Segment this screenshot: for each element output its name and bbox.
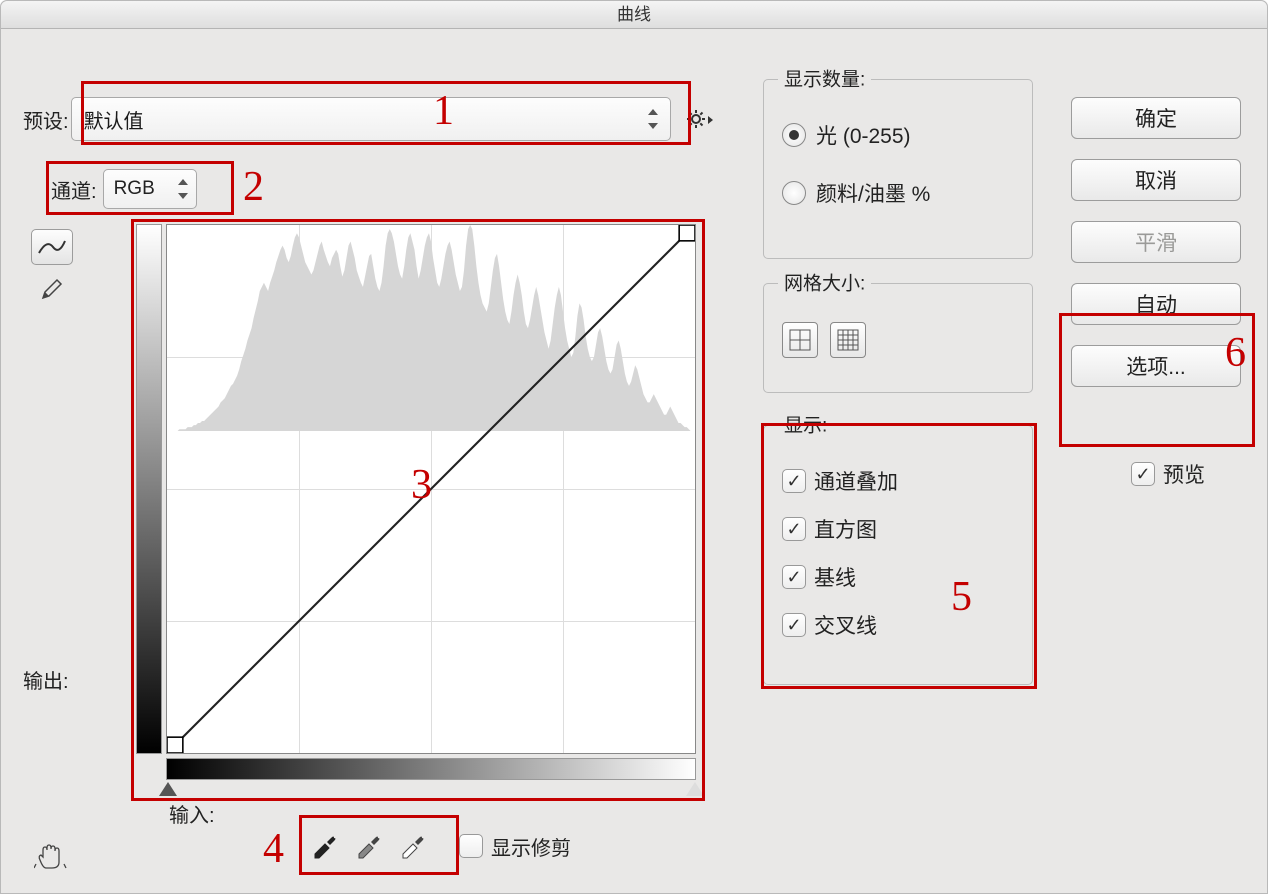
chevron-updown-icon	[648, 109, 660, 129]
ok-button[interactable]: 确定	[1071, 97, 1241, 139]
radio-pigment-label: 颜料/油墨 %	[816, 178, 930, 208]
curve-canvas[interactable]	[166, 224, 696, 754]
show-group: 显示: ✓通道叠加 ✓直方图 ✓基线 ✓交叉线	[763, 425, 1033, 685]
checkbox-icon: ✓	[782, 613, 806, 637]
eyedropper-icon	[309, 832, 337, 860]
chevron-updown-icon	[178, 179, 190, 199]
check-baseline[interactable]: ✓ 基线	[782, 562, 1014, 592]
grid-large-icon	[789, 329, 811, 351]
show-title: 显示:	[778, 411, 833, 438]
check-intersection-label: 交叉线	[814, 610, 877, 640]
white-point-slider[interactable]	[686, 782, 704, 796]
preset-select[interactable]: 默认值	[71, 97, 671, 141]
curve-graph-area	[136, 224, 696, 754]
check-overlay[interactable]: ✓ 通道叠加	[782, 466, 1014, 496]
targeted-adjustment-tool[interactable]	[31, 839, 71, 875]
curves-dialog: 曲线 预设: 默认值	[0, 0, 1268, 894]
channel-value: RGB	[114, 178, 155, 200]
annotation-num-2: 2	[243, 163, 264, 211]
channel-label: 通道:	[51, 175, 97, 204]
check-histogram[interactable]: ✓ 直方图	[782, 514, 1014, 544]
gear-icon	[686, 108, 714, 130]
curve-draw-tool[interactable]	[31, 271, 73, 307]
input-label: 输入:	[169, 799, 215, 828]
check-intersection[interactable]: ✓ 交叉线	[782, 610, 1014, 640]
preset-label: 预设:	[23, 105, 69, 134]
preset-menu-button[interactable]	[685, 104, 715, 134]
grid-small-icon	[837, 329, 859, 351]
check-baseline-label: 基线	[814, 562, 856, 592]
output-label: 输出:	[23, 665, 69, 694]
auto-label: 自动	[1135, 289, 1177, 319]
checkbox-icon: ✓	[1131, 462, 1155, 486]
curve-point-tool[interactable]	[31, 229, 73, 265]
eyedropper-icon	[353, 832, 381, 860]
gray-point-eyedropper[interactable]	[349, 828, 385, 864]
input-gradient	[166, 758, 696, 780]
radio-pigment[interactable]: 颜料/油墨 %	[782, 178, 1014, 208]
options-button[interactable]: 选项...	[1071, 345, 1241, 387]
check-histogram-label: 直方图	[814, 514, 877, 544]
preview-checkbox[interactable]: ✓ 预览	[1131, 459, 1205, 489]
white-point-eyedropper[interactable]	[393, 828, 429, 864]
eyedropper-group	[301, 824, 433, 868]
grid-large-button[interactable]	[782, 322, 818, 358]
smooth-label: 平滑	[1135, 227, 1177, 257]
smooth-button[interactable]: 平滑	[1071, 221, 1241, 263]
eyedropper-icon	[397, 832, 425, 860]
options-label: 选项...	[1126, 351, 1186, 381]
radio-light[interactable]: 光 (0-255)	[782, 120, 1014, 150]
checkbox-icon	[459, 834, 483, 858]
channel-select[interactable]: RGB	[103, 169, 197, 209]
check-overlay-label: 通道叠加	[814, 466, 898, 496]
curve-icon	[37, 237, 67, 257]
show-clipping-label: 显示修剪	[491, 832, 571, 861]
title-bar: 曲线	[1, 1, 1267, 29]
radio-icon	[782, 181, 806, 205]
auto-button[interactable]: 自动	[1071, 283, 1241, 325]
radio-light-label: 光 (0-255)	[816, 120, 911, 150]
radio-icon	[782, 123, 806, 147]
ok-label: 确定	[1135, 103, 1177, 133]
display-amount-group: 显示数量: 光 (0-255) 颜料/油墨 %	[763, 79, 1033, 259]
black-point-eyedropper[interactable]	[305, 828, 341, 864]
grid-size-group: 网格大小:	[763, 283, 1033, 393]
curve-line	[167, 225, 695, 753]
cancel-button[interactable]: 取消	[1071, 159, 1241, 201]
window-title: 曲线	[617, 5, 651, 24]
preset-value: 默认值	[84, 105, 144, 134]
checkbox-icon: ✓	[782, 469, 806, 493]
display-amount-title: 显示数量:	[778, 65, 871, 92]
preview-label: 预览	[1163, 459, 1205, 489]
checkbox-icon: ✓	[782, 517, 806, 541]
show-clipping-checkbox[interactable]: 显示修剪	[459, 832, 571, 861]
checkbox-icon: ✓	[782, 565, 806, 589]
grid-small-button[interactable]	[830, 322, 866, 358]
black-point-slider[interactable]	[159, 782, 177, 796]
grid-size-title: 网格大小:	[778, 269, 871, 296]
annotation-num-4: 4	[263, 825, 284, 873]
output-gradient	[136, 224, 162, 754]
cancel-label: 取消	[1135, 165, 1177, 195]
hand-icon	[34, 842, 68, 872]
pencil-icon	[39, 276, 65, 302]
